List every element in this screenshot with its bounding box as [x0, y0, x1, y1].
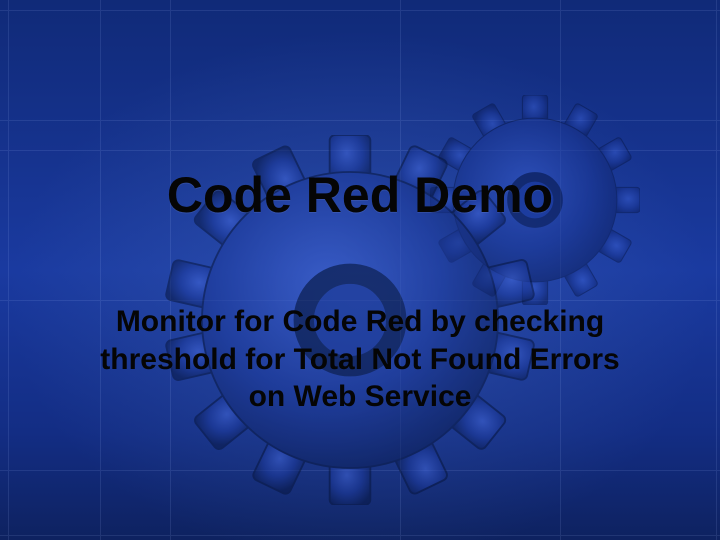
slide-subtitle: Monitor for Code Red by checking thresho…: [80, 303, 640, 416]
slide: Code Red Demo Monitor for Code Red by ch…: [0, 0, 720, 540]
slide-title: Code Red Demo: [167, 168, 553, 223]
slide-content: Code Red Demo Monitor for Code Red by ch…: [0, 0, 720, 540]
